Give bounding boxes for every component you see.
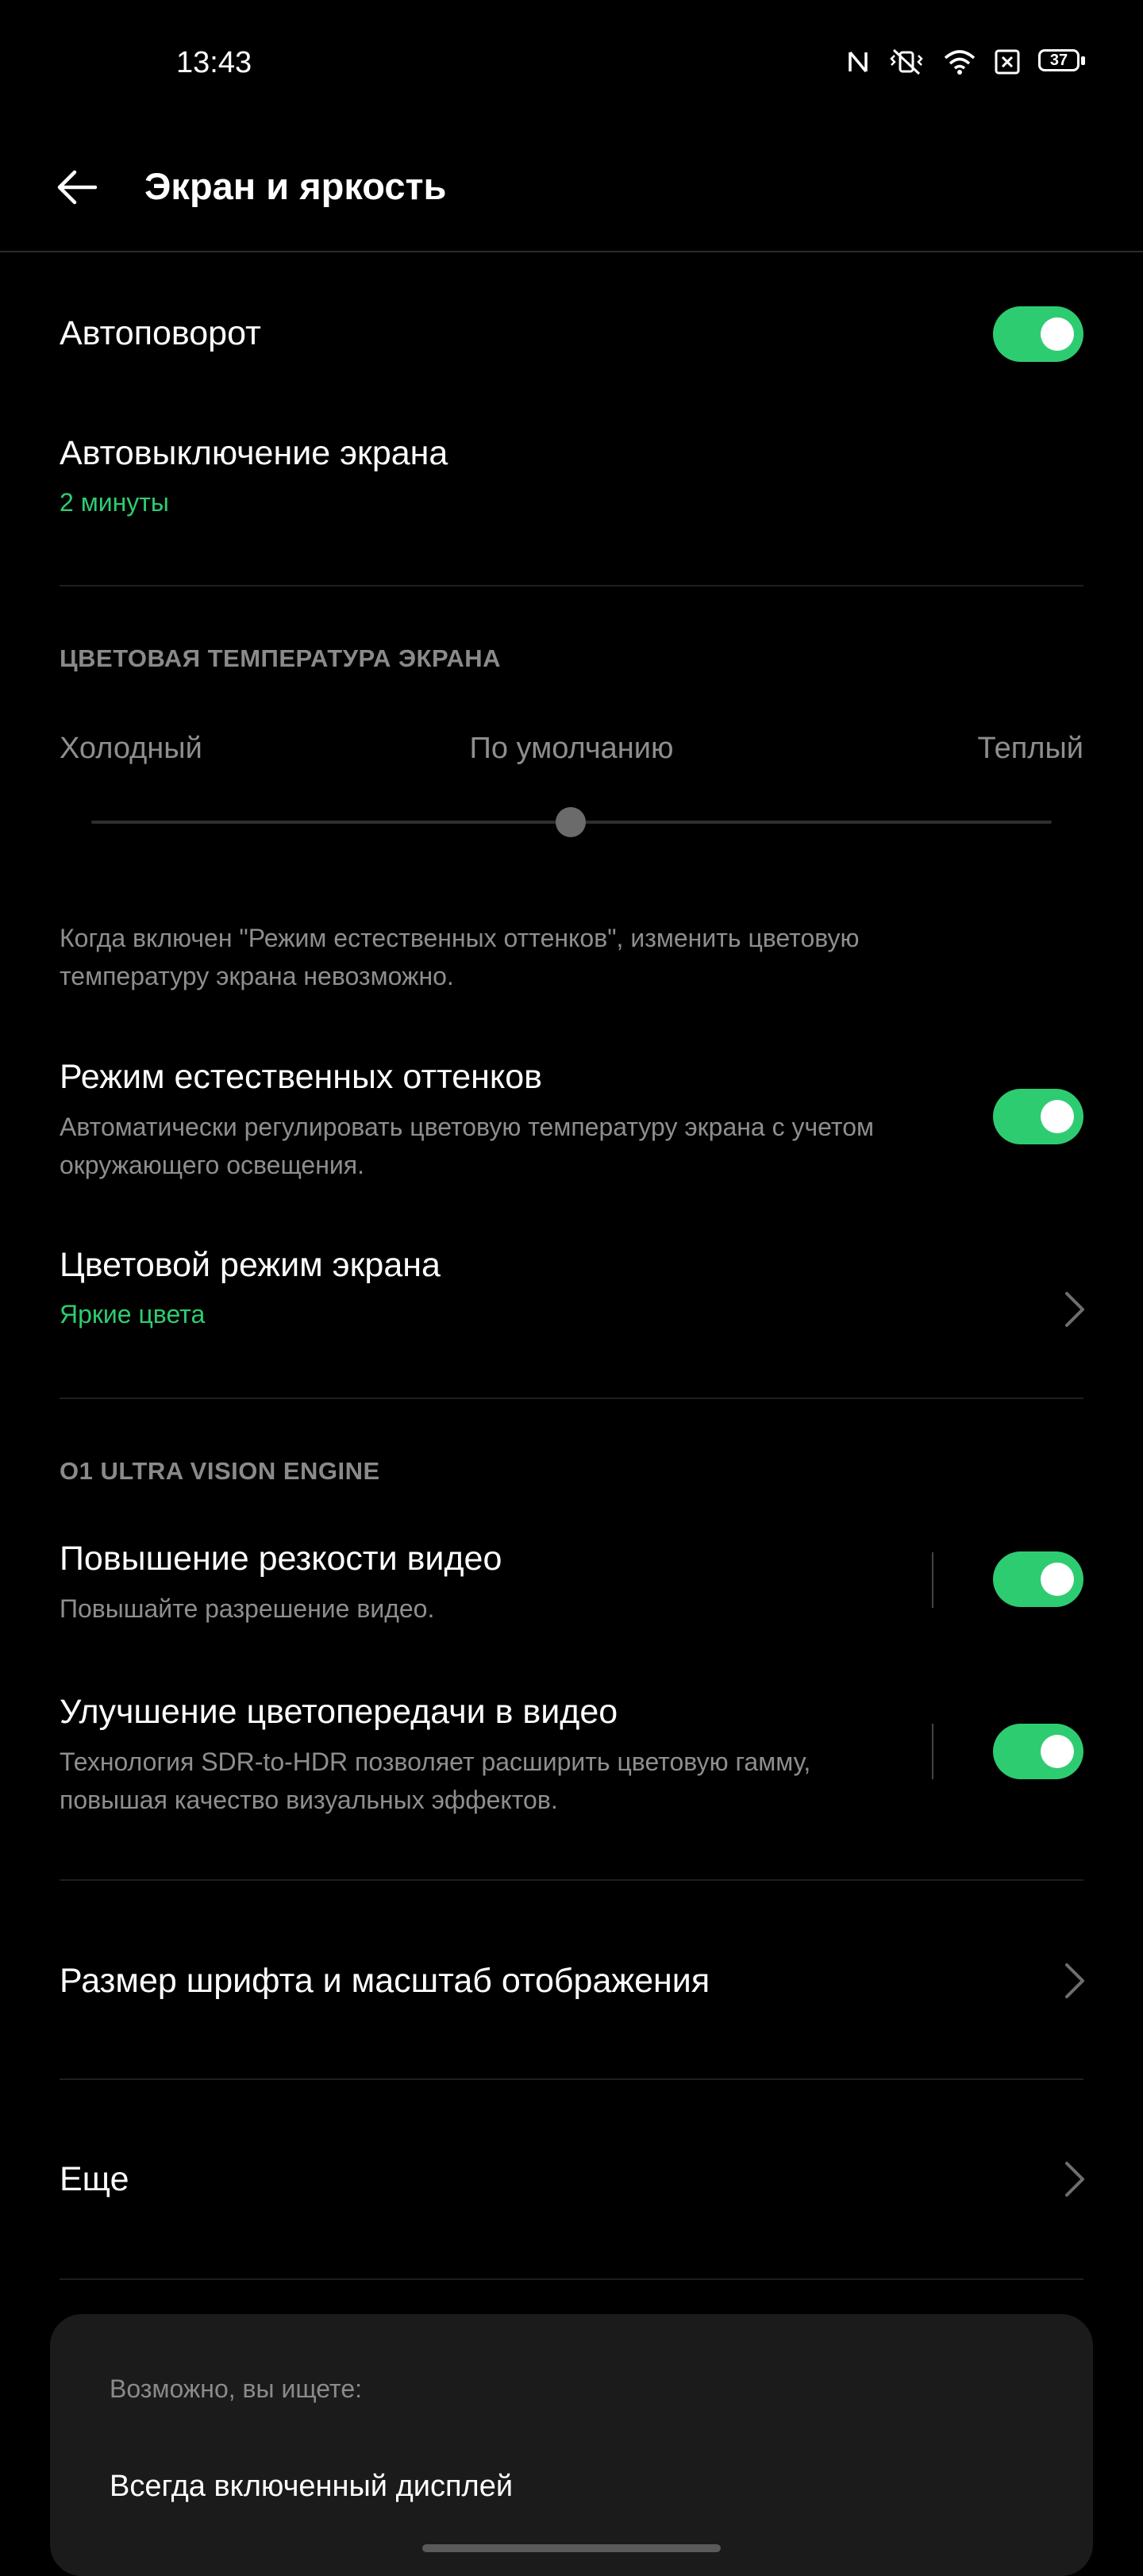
screen-timeout-row[interactable]: Автовыключение экрана 2 минуты — [0, 421, 1143, 540]
color-temp-slider-thumb[interactable] — [556, 807, 586, 837]
color-enhance-desc-line2: повышая качество визуальных эффектов. — [60, 1786, 558, 1814]
autorotate-toggle[interactable] — [993, 306, 1083, 362]
temp-default-label: По умолчанию — [469, 732, 674, 765]
font-size-label: Размер шрифта и масштаб отображения — [60, 1962, 710, 2000]
color-enhance-label: Улучшение цветопередачи в видео — [60, 1693, 618, 1731]
divider — [60, 585, 1083, 586]
more-row[interactable]: Еще — [0, 2087, 1143, 2270]
battery-icon: 37 — [1038, 49, 1086, 75]
screen-timeout-label: Автовыключение экрана — [60, 434, 448, 472]
autorotate-label: Автоповорот — [60, 314, 261, 352]
section-color-temp: ЦВЕТОВАЯ ТЕМПЕРАТУРА ЭКРАНА — [60, 644, 502, 672]
natural-tone-desc: Автоматически регулировать цветовую темп… — [60, 1108, 874, 1184]
natural-tone-label: Режим естественных оттенков — [60, 1058, 542, 1096]
vibrate-mute-icon — [890, 48, 923, 75]
divider — [60, 2278, 1083, 2280]
status-icons: 37 — [846, 48, 1086, 76]
wifi-icon — [944, 50, 976, 75]
status-time: 13:43 — [176, 46, 252, 79]
separator — [932, 1724, 933, 1779]
more-label: Еще — [60, 2160, 129, 2198]
page-title: Экран и яркость — [144, 165, 447, 207]
chevron-right-icon — [1065, 1292, 1084, 1327]
divider — [60, 1879, 1083, 1881]
back-arrow-icon[interactable] — [52, 162, 103, 213]
chevron-right-icon — [1065, 2162, 1084, 2197]
color-mode-row[interactable]: Цветовой режим экрана Яркие цвета — [0, 1230, 1143, 1349]
color-enhance-desc-line1: Технология SDR-to-HDR позволяет расширит… — [60, 1747, 811, 1776]
header-divider — [0, 251, 1143, 252]
sharpness-toggle[interactable] — [993, 1551, 1083, 1607]
suggestion-card: Возможно, вы ищете: Всегда включенный ди… — [50, 2314, 1093, 2576]
suggestion-item[interactable]: Всегда включенный дисплей — [110, 2470, 513, 2504]
color-mode-label: Цветовой режим экрана — [60, 1246, 441, 1284]
color-enhance-desc: Технология SDR-to-HDR позволяет расширит… — [60, 1743, 810, 1819]
screen-timeout-value: 2 минуты — [60, 488, 169, 517]
color-mode-value: Яркие цвета — [60, 1300, 206, 1328]
no-sim-icon — [995, 49, 1020, 75]
divider — [60, 1398, 1083, 1399]
natural-tone-desc-line2: окружающего освещения. — [60, 1151, 364, 1179]
natural-tone-desc-line1: Автоматически регулировать цветовую темп… — [60, 1113, 874, 1141]
sharpness-desc: Повышайте разрешение видео. — [60, 1594, 435, 1623]
battery-level: 37 — [1049, 52, 1068, 69]
font-size-row[interactable]: Размер шрифта и масштаб отображения — [0, 1889, 1143, 2071]
separator — [932, 1552, 933, 1608]
color-temp-note-line2: температуру экрана невозможно. — [60, 962, 454, 990]
color-enhance-toggle[interactable] — [993, 1724, 1083, 1779]
home-indicator[interactable] — [422, 2544, 721, 2552]
chevron-right-icon — [1065, 1963, 1084, 1998]
color-temp-note-line1: Когда включен "Режим естественных оттенк… — [60, 924, 860, 952]
natural-tone-toggle[interactable] — [993, 1089, 1083, 1144]
color-temp-note: Когда включен "Режим естественных оттенк… — [60, 919, 860, 995]
divider — [60, 2078, 1083, 2080]
section-vision-engine: O1 ULTRA VISION ENGINE — [60, 1457, 380, 1485]
sharpness-label: Повышение резкости видео — [60, 1540, 502, 1578]
nfc-icon — [849, 51, 868, 73]
suggestion-heading: Возможно, вы ищете: — [110, 2374, 362, 2403]
temp-warm-label: Теплый — [977, 732, 1083, 765]
